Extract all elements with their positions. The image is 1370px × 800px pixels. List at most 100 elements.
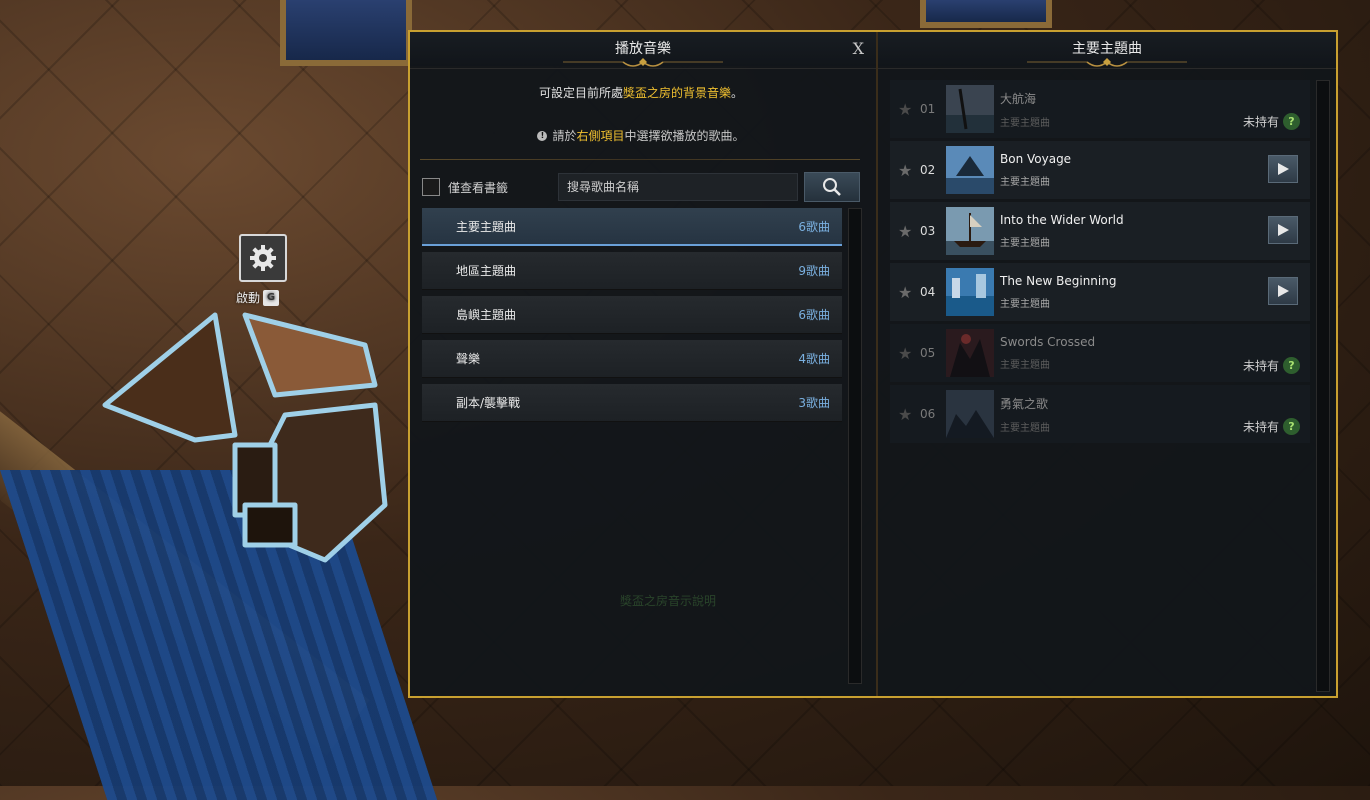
help-question-icon[interactable]: ? bbox=[1283, 113, 1300, 130]
header-divider bbox=[410, 68, 876, 69]
category-item-dungeon-raid[interactable]: 副本/襲擊戰 3歌曲 bbox=[422, 384, 842, 422]
bookmark-star-icon[interactable]: ★ bbox=[898, 405, 920, 424]
track-number: 01 bbox=[920, 102, 936, 116]
track-title: Into the Wider World bbox=[1000, 213, 1124, 227]
track-number: 06 bbox=[920, 407, 936, 421]
play-button[interactable] bbox=[1268, 277, 1298, 305]
category-count: 9歌曲 bbox=[798, 264, 830, 278]
desc1-text: 可設定目前所處 bbox=[538, 86, 623, 100]
help-question-icon[interactable]: ? bbox=[1283, 418, 1300, 435]
album-art-thumbnail bbox=[946, 329, 994, 377]
category-label: 地區主題曲 bbox=[456, 264, 517, 278]
left-panel-title: 播放音樂 bbox=[615, 41, 671, 57]
track-number: 04 bbox=[920, 285, 936, 299]
category-count: 6歌曲 bbox=[798, 308, 830, 322]
category-label: 聲樂 bbox=[456, 352, 481, 366]
not-owned-status: 未持有 ? bbox=[1243, 418, 1300, 435]
track-category: 主要主題曲 bbox=[1000, 238, 1050, 249]
description-area: 可設定目前所處獎盃之房的背景音樂。 ! 請於右側項目中選擇欲播放的歌曲。 bbox=[420, 72, 862, 160]
filter-row: 僅查看書籤 bbox=[422, 172, 862, 202]
music-player-window: 播放音樂 X 可設定目前所處獎盃之房的背景音樂。 ! 請於右側項目中選擇欲播放的… bbox=[408, 30, 1338, 698]
help-question-icon[interactable]: ? bbox=[1283, 357, 1300, 374]
play-button[interactable] bbox=[1268, 155, 1298, 183]
track-title: 大航海 bbox=[1000, 91, 1037, 106]
category-item-island-theme[interactable]: 島嶼主題曲 6歌曲 bbox=[422, 296, 842, 334]
album-art-thumbnail bbox=[946, 268, 994, 316]
info-icon: ! bbox=[537, 130, 548, 141]
description-separator bbox=[420, 159, 860, 160]
gear-icon bbox=[250, 245, 276, 271]
category-count: 6歌曲 bbox=[798, 219, 830, 234]
album-art-thumbnail bbox=[946, 146, 994, 194]
activate-gear-button[interactable] bbox=[239, 234, 287, 282]
song-search-input[interactable] bbox=[558, 173, 798, 201]
desc2-text: 請於 bbox=[552, 129, 577, 143]
bookmark-star-icon[interactable]: ★ bbox=[898, 161, 920, 180]
close-button[interactable]: X bbox=[853, 32, 864, 66]
album-art-thumbnail bbox=[946, 207, 994, 255]
bookmark-star-icon[interactable]: ★ bbox=[898, 100, 920, 119]
bookmark-star-icon[interactable]: ★ bbox=[898, 344, 920, 363]
not-owned-label: 未持有 bbox=[1242, 115, 1279, 129]
right-panel-header: 主要主題曲 bbox=[878, 32, 1336, 67]
display-table bbox=[280, 0, 412, 66]
play-icon bbox=[1278, 285, 1289, 297]
track-category: 主要主題曲 bbox=[1000, 177, 1050, 188]
track-title: The New Beginning bbox=[1000, 274, 1117, 288]
track-row-06[interactable]: ★ 06 勇氣之歌 主要主題曲 未持有 ? bbox=[890, 385, 1310, 443]
play-icon bbox=[1278, 163, 1289, 175]
category-list: 主要主題曲 6歌曲 地區主題曲 9歌曲 島嶼主題曲 6歌曲 聲樂 4歌曲 副本/… bbox=[422, 208, 842, 428]
track-row-05[interactable]: ★ 05 Swords Crossed 主要主題曲 未持有 ? bbox=[890, 324, 1310, 382]
description-line-2: ! 請於右側項目中選擇欲播放的歌曲。 bbox=[420, 127, 862, 144]
bookmark-only-label: 僅查看書籤 bbox=[448, 180, 509, 195]
right-panel-title: 主要主題曲 bbox=[1072, 41, 1142, 57]
right-panel: 主要主題曲 ★ 01 大航海 主要主題曲 未持有 ? ★ 02 Bon Voya… bbox=[878, 32, 1336, 696]
category-count: 4歌曲 bbox=[798, 352, 830, 366]
track-row-01[interactable]: ★ 01 大航海 主要主題曲 未持有 ? bbox=[890, 80, 1310, 138]
not-owned-status: 未持有 ? bbox=[1243, 357, 1300, 374]
gramophone-object[interactable] bbox=[95, 305, 395, 570]
track-title: Swords Crossed bbox=[1000, 335, 1096, 349]
category-label: 島嶼主題曲 bbox=[456, 308, 517, 322]
left-panel-header: 播放音樂 X bbox=[410, 32, 876, 67]
track-category: 主要主題曲 bbox=[1000, 422, 1050, 434]
desc1-end: 。 bbox=[731, 86, 744, 100]
track-row-02[interactable]: ★ 02 Bon Voyage 主要主題曲 bbox=[890, 141, 1310, 199]
track-number: 03 bbox=[920, 224, 936, 238]
track-title: Bon Voyage bbox=[1000, 152, 1072, 166]
category-scrollbar[interactable] bbox=[848, 208, 862, 684]
bookmark-star-icon[interactable]: ★ bbox=[898, 283, 920, 302]
track-scrollbar[interactable] bbox=[1316, 80, 1330, 692]
faded-watermark-text: 獎盃之房音示說明 bbox=[620, 594, 717, 608]
track-row-03[interactable]: ★ 03 Into the Wider World 主要主題曲 bbox=[890, 202, 1310, 260]
desc1-highlight: 獎盃之房的背景音樂 bbox=[622, 86, 731, 100]
category-item-main-theme[interactable]: 主要主題曲 6歌曲 bbox=[422, 208, 842, 246]
track-row-04[interactable]: ★ 04 The New Beginning 主要主題曲 bbox=[890, 263, 1310, 321]
play-button[interactable] bbox=[1268, 216, 1298, 244]
track-number: 05 bbox=[920, 346, 936, 360]
album-art-thumbnail bbox=[946, 390, 994, 438]
not-owned-label: 未持有 bbox=[1242, 420, 1279, 434]
display-table-right bbox=[920, 0, 1052, 28]
search-button[interactable] bbox=[804, 172, 860, 202]
not-owned-label: 未持有 bbox=[1242, 359, 1279, 373]
desc2-highlight: 右側項目 bbox=[576, 129, 625, 143]
activate-text: 啟動 bbox=[236, 291, 261, 305]
track-number: 02 bbox=[920, 163, 936, 177]
category-item-region-theme[interactable]: 地區主題曲 9歌曲 bbox=[422, 252, 842, 290]
left-panel: 播放音樂 X 可設定目前所處獎盃之房的背景音樂。 ! 請於右側項目中選擇欲播放的… bbox=[410, 32, 878, 696]
album-art-thumbnail bbox=[946, 85, 994, 133]
category-count: 3歌曲 bbox=[798, 396, 830, 410]
play-icon bbox=[1278, 224, 1289, 236]
track-category: 主要主題曲 bbox=[1000, 299, 1050, 310]
activate-label: 啟動 G bbox=[236, 289, 280, 306]
not-owned-status: 未持有 ? bbox=[1243, 113, 1300, 130]
category-item-vocal[interactable]: 聲樂 4歌曲 bbox=[422, 340, 842, 378]
track-category: 主要主題曲 bbox=[1000, 360, 1050, 371]
description-line-1: 可設定目前所處獎盃之房的背景音樂。 bbox=[420, 84, 862, 101]
track-category: 主要主題曲 bbox=[1000, 117, 1050, 129]
category-label: 副本/襲擊戰 bbox=[456, 396, 521, 410]
track-list: ★ 01 大航海 主要主題曲 未持有 ? ★ 02 Bon Voyage 主要主… bbox=[890, 80, 1310, 446]
bookmark-only-checkbox[interactable] bbox=[422, 178, 440, 196]
bookmark-star-icon[interactable]: ★ bbox=[898, 222, 920, 241]
